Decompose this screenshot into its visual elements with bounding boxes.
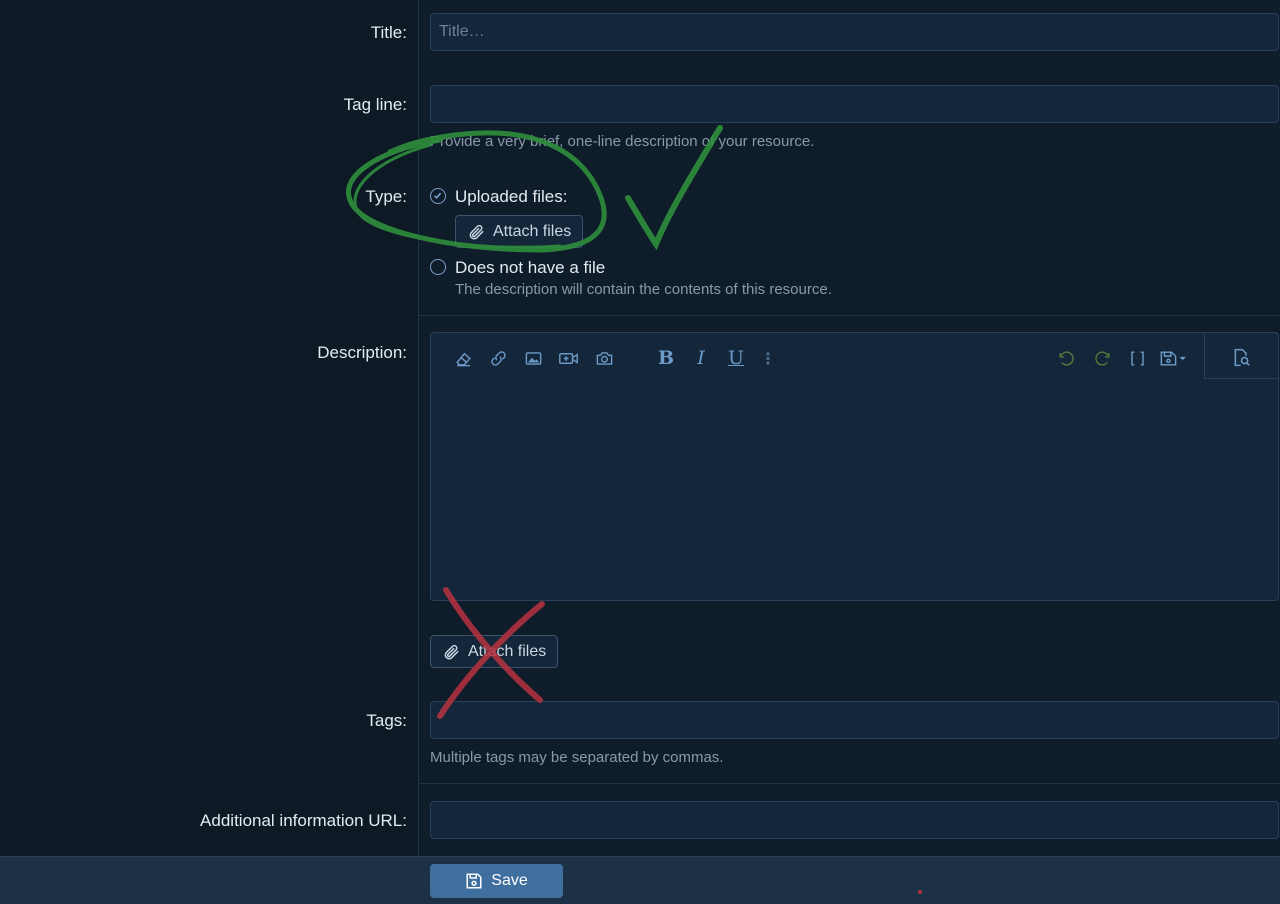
radio-no-file[interactable] — [430, 259, 446, 275]
attach-files-label: Attach files — [468, 642, 547, 660]
no-file-label: Does not have a file — [455, 258, 606, 277]
divider — [419, 315, 1280, 316]
attach-files-button[interactable]: Attach files — [455, 215, 584, 248]
type-label: Type: — [365, 187, 407, 206]
tags-input[interactable] — [430, 701, 1279, 739]
tags-hint: Multiple tags may be separated by commas… — [430, 749, 724, 766]
brackets-icon[interactable] — [1126, 347, 1148, 369]
divider — [419, 783, 1280, 784]
description-label: Description: — [317, 343, 407, 362]
video-icon[interactable] — [557, 347, 579, 369]
floppy-disk-icon — [466, 873, 482, 889]
radio-uploaded-files[interactable] — [430, 188, 446, 204]
preview-icon[interactable] — [1230, 346, 1252, 368]
bold-icon[interactable]: B — [655, 347, 677, 369]
title-input[interactable] — [430, 13, 1279, 51]
attach-files-label: Attach files — [493, 222, 572, 240]
more-icon[interactable]: ⋮ — [757, 347, 779, 369]
checkmark-icon — [433, 192, 442, 199]
tagline-label: Tag line: — [343, 95, 407, 114]
underline-icon[interactable]: U — [725, 347, 747, 369]
save-label: Save — [491, 872, 528, 889]
link-icon[interactable] — [487, 347, 509, 369]
description-editor[interactable]: B I U ⋮ — [430, 332, 1279, 601]
title-label: Title: — [370, 23, 407, 42]
tags-label: Tags: — [366, 711, 407, 730]
tagline-hint: Provide a very brief, one-line descripti… — [430, 133, 815, 150]
redo-icon[interactable] — [1091, 347, 1113, 369]
uploaded-files-label: Uploaded files: — [455, 187, 568, 206]
italic-icon[interactable]: I — [690, 347, 712, 369]
form-footer: Save — [0, 856, 1280, 904]
eraser-icon[interactable] — [452, 347, 474, 369]
attach-files-description-button[interactable]: Attach files — [430, 635, 559, 668]
image-icon[interactable] — [522, 347, 544, 369]
camera-icon[interactable] — [593, 347, 615, 369]
undo-icon[interactable] — [1055, 347, 1077, 369]
preview-toggle[interactable] — [1204, 332, 1279, 379]
save-button[interactable]: Save — [430, 864, 563, 898]
label-column — [0, 0, 418, 856]
no-file-hint: The description will contain the content… — [455, 281, 832, 298]
save-draft-icon[interactable] — [1157, 347, 1191, 369]
paperclip-icon — [444, 644, 459, 659]
tagline-input[interactable] — [430, 85, 1279, 123]
paperclip-icon — [469, 224, 484, 239]
url-input[interactable] — [430, 801, 1279, 839]
url-label: Additional information URL: — [200, 811, 407, 830]
